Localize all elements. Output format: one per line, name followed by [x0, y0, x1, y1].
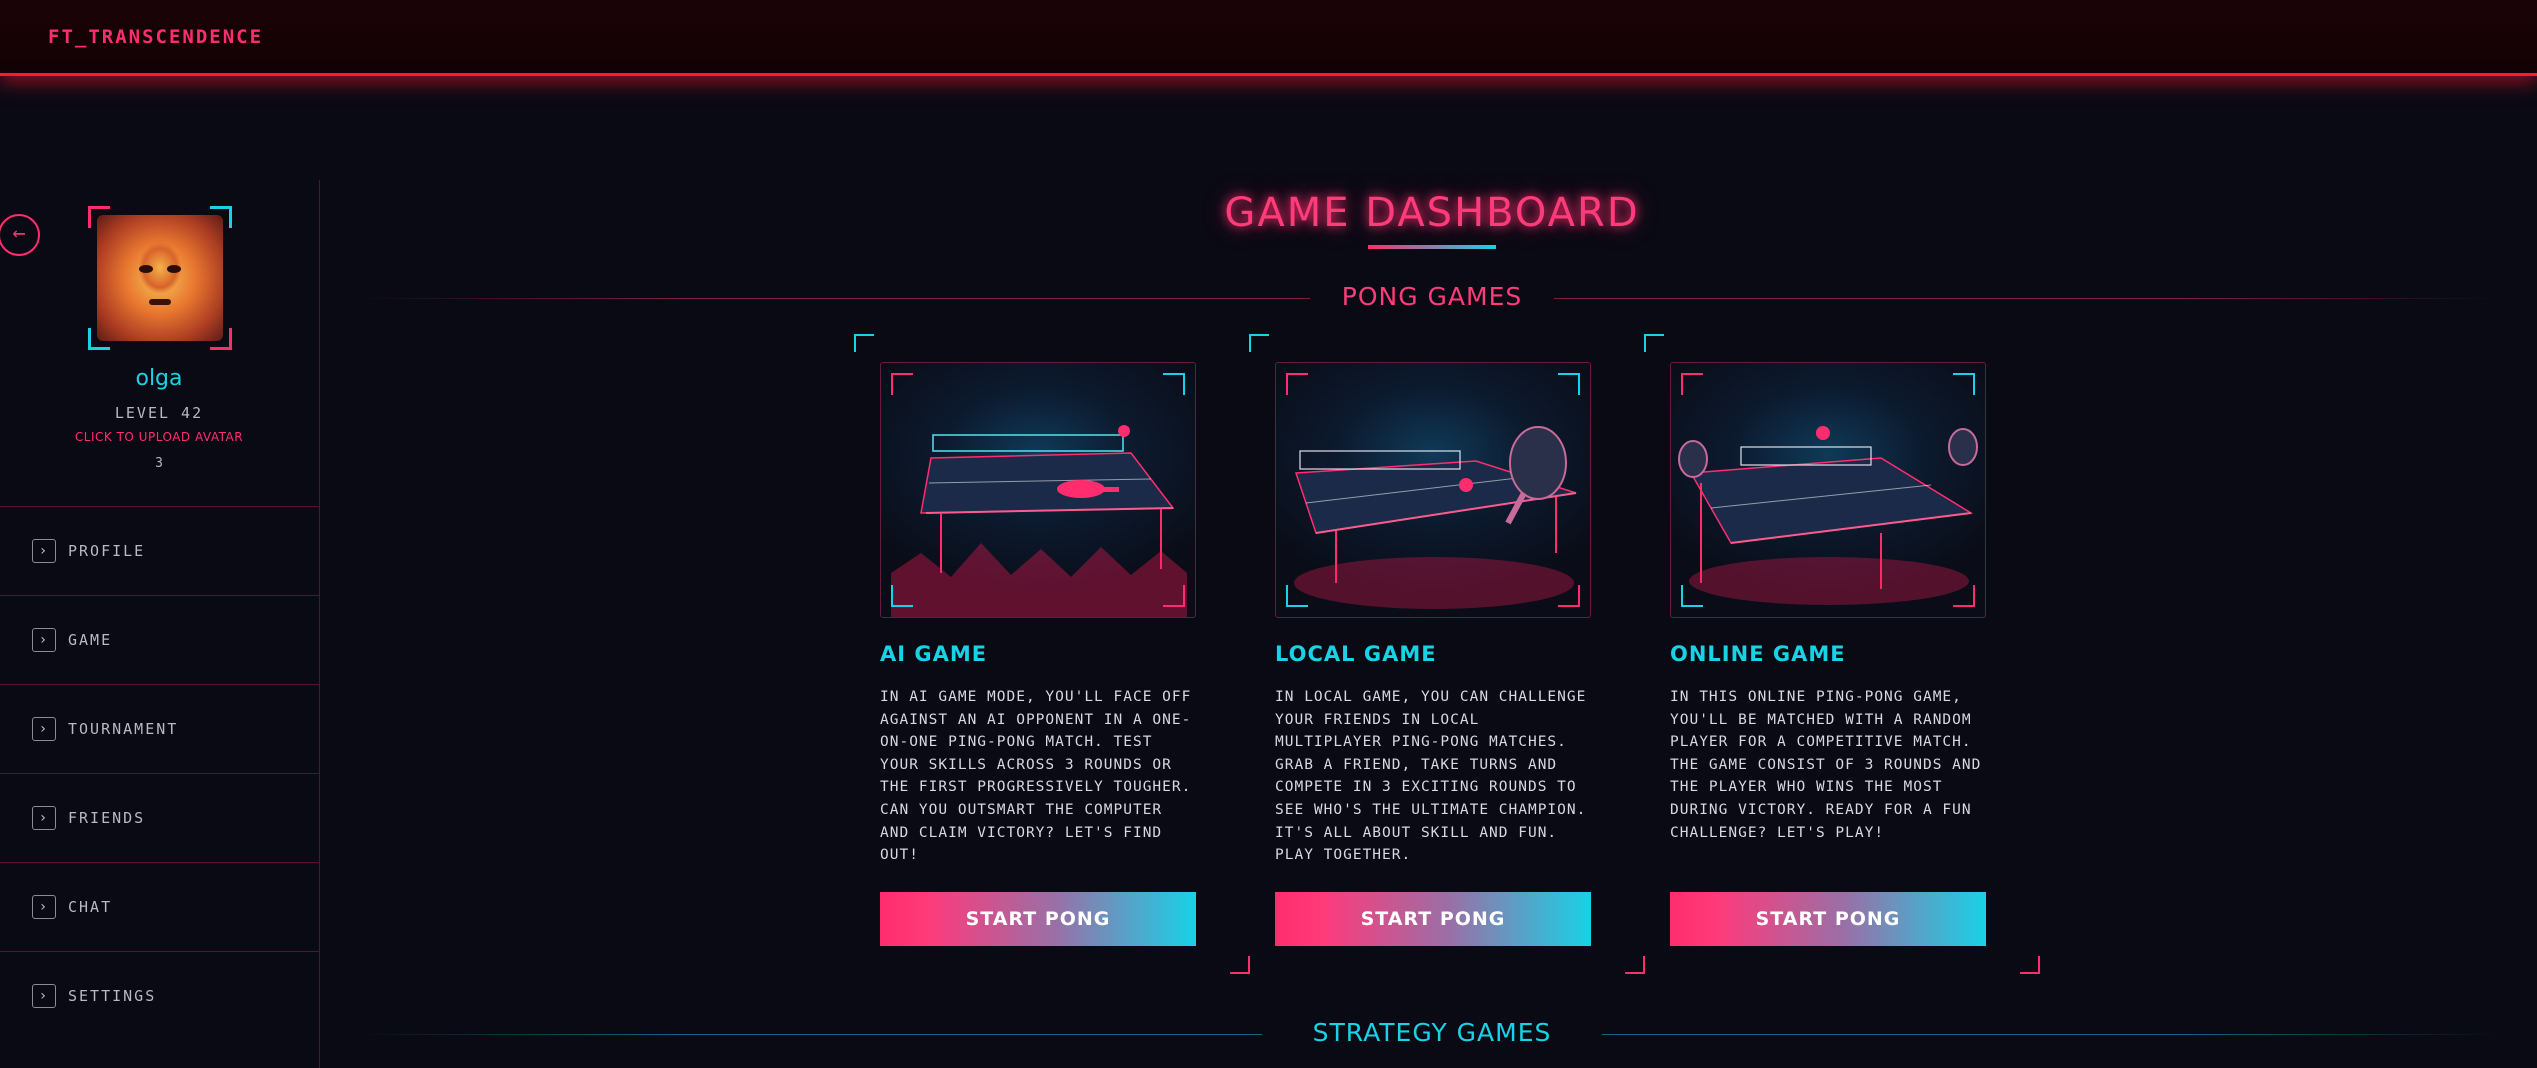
card-corner — [2020, 956, 2040, 974]
image-corner — [1286, 585, 1308, 607]
image-corner — [1681, 585, 1703, 607]
game-card-local: LOCAL GAME IN LOCAL GAME, YOU CAN CHALLE… — [1249, 334, 1645, 974]
image-corner — [1953, 585, 1975, 607]
section-title-strategy: STRATEGY GAMES — [1262, 1018, 1602, 1047]
online-game-image — [1670, 362, 1986, 618]
image-corner — [1681, 373, 1703, 395]
image-corner — [1163, 585, 1185, 607]
brand-logo[interactable]: FT_TRANSCENDENCE — [48, 26, 263, 48]
image-corner — [1558, 585, 1580, 607]
sidebar-item-tournament[interactable]: › TOURNAMENT — [0, 684, 320, 773]
sidebar-item-label: TOURNAMENT — [68, 720, 179, 738]
sidebar-item-label: SETTINGS — [68, 987, 157, 1005]
image-corner — [1286, 373, 1308, 395]
card-description: IN LOCAL GAME, YOU CAN CHALLENGE YOUR FR… — [1275, 689, 1587, 864]
chevron-right-icon: › — [32, 984, 56, 1008]
image-corner — [1558, 373, 1580, 395]
image-corner — [891, 373, 913, 395]
card-title: LOCAL GAME — [1275, 642, 1437, 666]
sidebar-item-label: GAME — [68, 631, 113, 649]
top-bar: FT_TRANSCENDENCE — [0, 0, 2537, 76]
start-pong-button[interactable]: START PONG — [1670, 892, 1986, 946]
image-corner — [891, 585, 913, 607]
sidebar-item-friends[interactable]: › FRIENDS — [0, 773, 320, 862]
sidebar-item-label: FRIENDS — [68, 809, 146, 827]
section-title-pong: PONG GAMES — [1310, 282, 1554, 311]
sidebar-item-label: PROFILE — [68, 542, 146, 560]
game-card-ai: AI GAME IN AI GAME MODE, YOU'LL FACE OFF… — [854, 334, 1250, 974]
card-corner — [1230, 956, 1250, 974]
card-corner — [854, 334, 874, 352]
card-corner — [1644, 334, 1664, 352]
card-description: IN THIS ONLINE PING-PONG GAME, YOU'LL BE… — [1670, 689, 1982, 841]
title-underline — [1368, 245, 1496, 249]
card-corner — [1625, 956, 1645, 974]
start-pong-button[interactable]: START PONG — [880, 892, 1196, 946]
chevron-right-icon: › — [32, 806, 56, 830]
chevron-right-icon: › — [32, 717, 56, 741]
local-game-image — [1275, 362, 1591, 618]
sidebar-item-profile[interactable]: › PROFILE — [0, 506, 320, 595]
sidebar-nav: › PROFILE › GAME › TOURNAMENT › FRIENDS … — [0, 506, 320, 1040]
game-card-online: ONLINE GAME IN THIS ONLINE PING-PONG GAM… — [1644, 334, 2040, 974]
image-corner — [1953, 373, 1975, 395]
sidebar-item-game[interactable]: › GAME — [0, 595, 320, 684]
card-corner — [1249, 334, 1269, 352]
chevron-right-icon: › — [32, 539, 56, 563]
page-title: GAME DASHBOARD — [1224, 190, 1640, 236]
card-description: IN AI GAME MODE, YOU'LL FACE OFF AGAINST… — [880, 689, 1192, 864]
chevron-right-icon: › — [32, 895, 56, 919]
sidebar-item-label: CHAT — [68, 898, 113, 916]
card-title: ONLINE GAME — [1670, 642, 1846, 666]
card-title: AI GAME — [880, 642, 988, 666]
image-corner — [1163, 373, 1185, 395]
ai-game-image — [880, 362, 1196, 618]
chevron-right-icon: › — [32, 628, 56, 652]
start-pong-button[interactable]: START PONG — [1275, 892, 1591, 946]
sidebar-item-settings[interactable]: › SETTINGS — [0, 951, 320, 1040]
sidebar-item-chat[interactable]: › CHAT — [0, 862, 320, 951]
